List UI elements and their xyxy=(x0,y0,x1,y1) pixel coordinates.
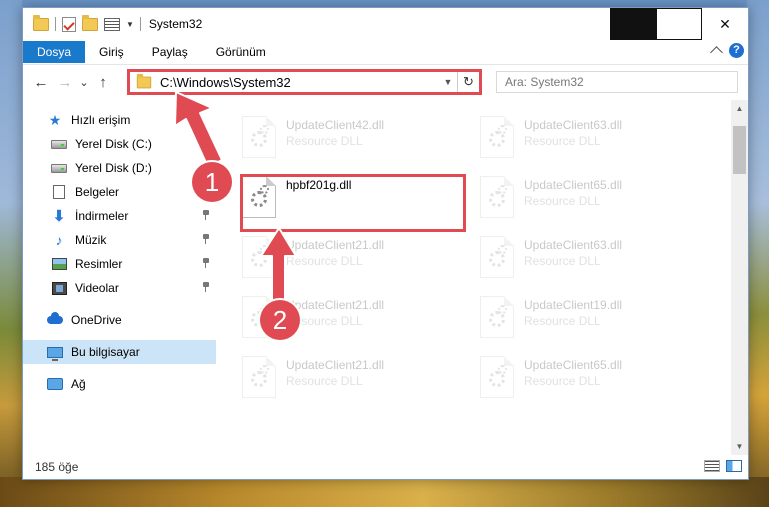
arrow-to-address-bar xyxy=(174,91,223,168)
step-marker-2: 2 xyxy=(260,300,300,340)
step-marker-1: 1 xyxy=(192,162,232,202)
annotation-arrows xyxy=(174,91,297,301)
arrow-to-file xyxy=(260,227,297,301)
